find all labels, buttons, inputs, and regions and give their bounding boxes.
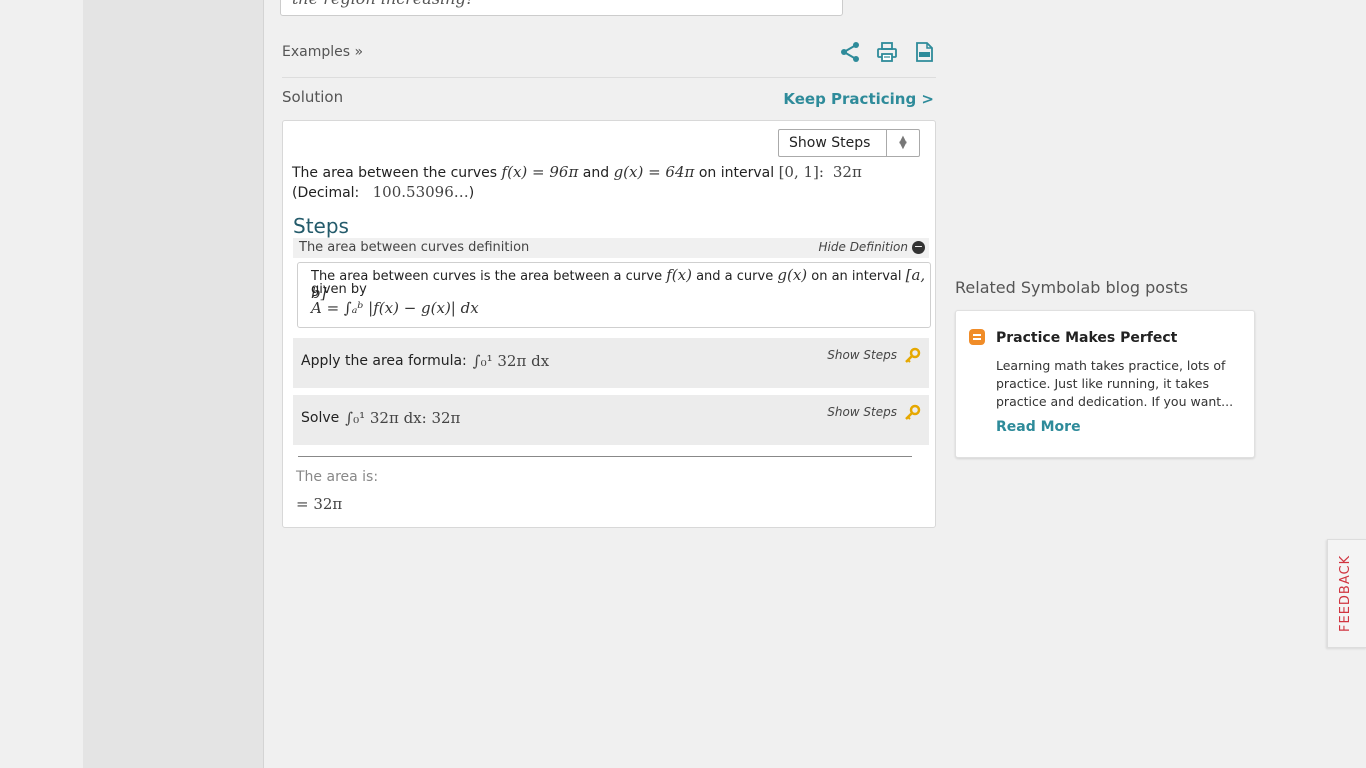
blog-post-card: Practice Makes Perfect Learning math tak…: [955, 310, 1255, 458]
toolbar-icons: [838, 40, 936, 64]
keep-practicing-link[interactable]: Keep Practicing >: [783, 90, 934, 108]
step-math: ∫₀¹ 32π dx: 32π: [345, 409, 461, 427]
feedback-label: FEEDBACK: [1338, 554, 1353, 632]
feedback-tab[interactable]: FEEDBACK: [1327, 539, 1366, 648]
area-value: = 32π: [296, 495, 343, 513]
select-arrows-icon: ▲ ▼: [886, 130, 919, 156]
minus-circle-icon: −: [912, 240, 925, 254]
answer-result: 32π: [832, 163, 862, 181]
decimal-value: 100.53096…: [372, 183, 469, 201]
step-text: Apply the area formula:: [301, 353, 467, 369]
decimal-close: ): [468, 185, 475, 201]
answer-on-interval: on interval: [698, 165, 775, 181]
answer-g: g(x) = 64π: [613, 163, 695, 181]
definition-line-1: The area between curves is the area betw…: [311, 266, 930, 302]
blogger-icon: [969, 329, 985, 345]
definition-header: The area between curves definition Hide …: [293, 238, 929, 258]
step-solve: Solve ∫₀¹ 32π dx: 32π Show Steps: [293, 395, 929, 445]
print-icon[interactable]: [875, 40, 899, 64]
show-steps-select-value: Show Steps: [789, 135, 871, 151]
answer-prefix: The area between the curves: [292, 165, 498, 181]
read-more-link[interactable]: Read More: [996, 419, 1081, 435]
show-steps-select[interactable]: Show Steps ▲ ▼: [778, 129, 920, 157]
definition-formula: A = ∫ₐᵇ |f(x) − g(x)| dx: [311, 299, 479, 317]
def-g: g(x): [777, 266, 808, 284]
solution-panel: Show Steps ▲ ▼ The area between the curve…: [282, 120, 936, 528]
step-text: Solve: [301, 410, 340, 426]
answer-interval: [0, 1]:: [778, 163, 824, 181]
show-steps-button[interactable]: Show Steps: [827, 348, 897, 362]
hide-definition-button[interactable]: Hide Definition −: [819, 240, 925, 254]
left-gutter: [0, 0, 83, 768]
blog-post-title[interactable]: Practice Makes Perfect: [996, 330, 1177, 346]
hide-definition-label: Hide Definition: [818, 240, 908, 254]
show-steps-button[interactable]: Show Steps: [827, 405, 897, 419]
steps-title: Steps: [293, 214, 349, 238]
def-text-b: and a curve: [696, 269, 774, 284]
key-icon[interactable]: [904, 347, 922, 369]
left-sidebar: [83, 0, 264, 768]
step-math: ∫₀¹ 32π dx: [472, 352, 550, 370]
blog-post-excerpt: Learning math takes practice, lots of pr…: [996, 358, 1234, 409]
answer-and: and: [582, 165, 610, 181]
divider: [298, 456, 912, 457]
answer-line: The area between the curves f(x) = 96π a…: [292, 163, 912, 203]
pdf-icon[interactable]: [912, 40, 936, 64]
def-f: f(x): [666, 266, 692, 284]
answer-f: f(x) = 96π: [501, 163, 579, 181]
def-text-c: on an interval: [811, 269, 902, 284]
definition-line-2: given by: [311, 282, 367, 297]
query-input[interactable]: the region increasing?: [280, 0, 843, 16]
area-label: The area is:: [296, 469, 379, 485]
query-input-text: the region increasing?: [292, 0, 474, 8]
step-apply-area-formula: Apply the area formula: ∫₀¹ 32π dx Show …: [293, 338, 929, 388]
solution-label: Solution: [282, 88, 344, 106]
definition-box: The area between curves is the area betw…: [297, 262, 931, 328]
examples-link[interactable]: Examples »: [282, 44, 363, 60]
related-posts-title: Related Symbolab blog posts: [955, 278, 1189, 297]
share-icon[interactable]: [838, 40, 862, 64]
decimal-label: (Decimal:: [292, 185, 360, 201]
key-icon[interactable]: [904, 404, 922, 426]
divider: [282, 77, 936, 78]
definition-title: The area between curves definition: [299, 240, 530, 255]
